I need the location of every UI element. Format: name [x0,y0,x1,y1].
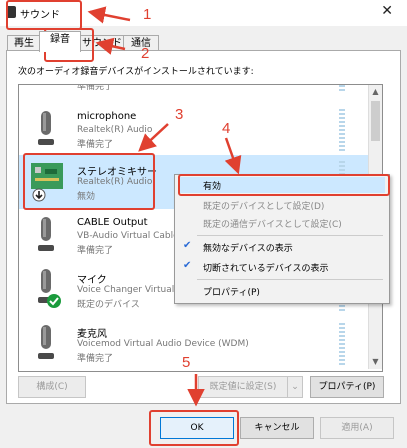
arrow-3 [138,123,169,152]
annotation-label-1: 1 [143,6,152,23]
annotation-label-3: 3 [175,106,184,123]
annotation-label-2: 2 [141,45,150,62]
arrow-4 [224,137,242,175]
tab-recording[interactable]: 録音 [39,31,81,52]
annotation-arrows [87,6,242,407]
arrow-1 [87,6,131,24]
annotation-label-5: 5 [182,354,191,371]
annotation-label-4: 4 [222,120,231,137]
arrow-2 [95,37,126,55]
